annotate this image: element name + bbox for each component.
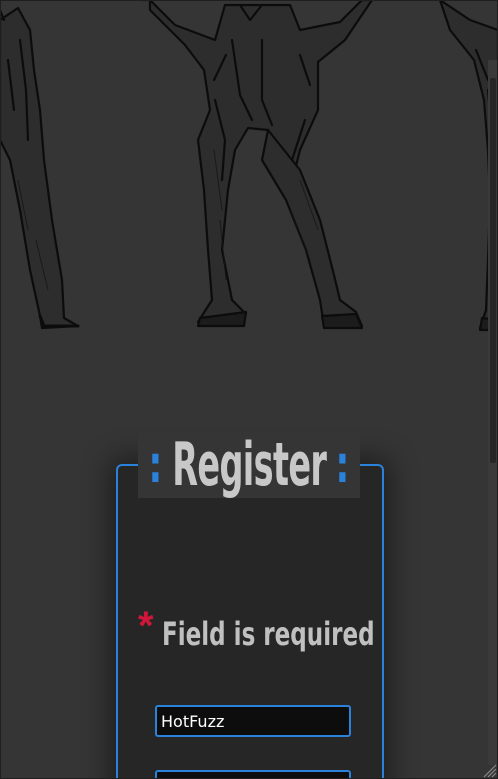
required-star-icon: *: [138, 604, 154, 648]
resize-grip-icon[interactable]: [481, 762, 497, 778]
register-legend: : Register :: [138, 432, 360, 498]
legend-open-colon: :: [148, 435, 163, 495]
second-input[interactable]: [155, 770, 351, 779]
register-title: Register: [171, 430, 327, 500]
scrollbar-thumb[interactable]: [490, 78, 496, 463]
username-input[interactable]: [155, 705, 351, 737]
required-field-note: * Field is required: [138, 606, 457, 650]
hero-illustration: [0, 0, 498, 332]
legend-close-colon: :: [335, 435, 350, 495]
page: : Register : * Field is required: [0, 0, 498, 779]
required-note-text: Field is required: [161, 615, 375, 653]
